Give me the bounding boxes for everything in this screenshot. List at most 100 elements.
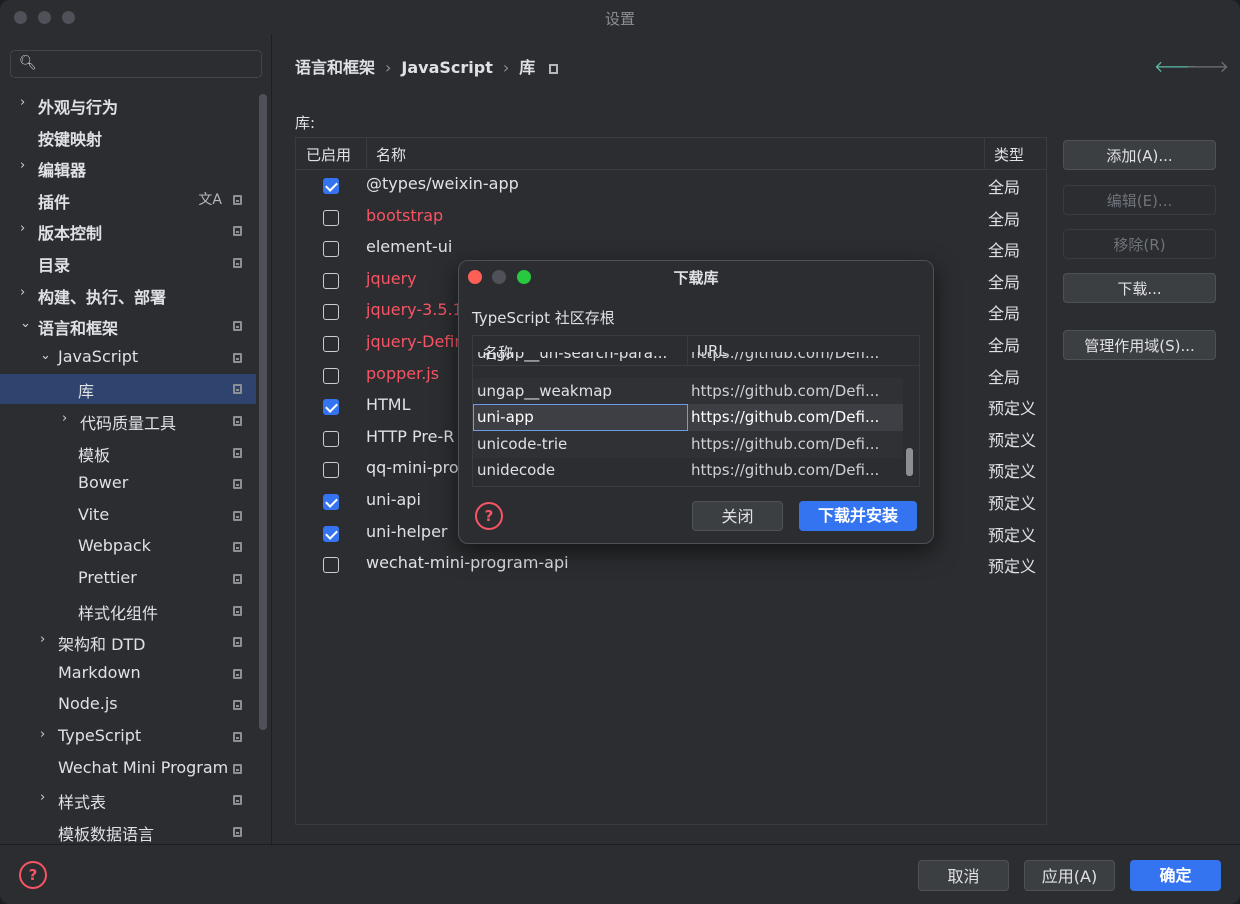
library-name: uni-api: [366, 490, 421, 509]
table-row[interactable]: wechat-mini-program-api 预定义: [296, 549, 1046, 580]
chevron-down-icon[interactable]: ⌄: [20, 316, 31, 331]
list-item[interactable]: uni-app https://github.com/Defi...: [473, 404, 903, 431]
enabled-checkbox[interactable]: [323, 494, 339, 510]
dialog-help-icon[interactable]: ?: [475, 502, 503, 530]
sidebar-item[interactable]: 按键映射: [0, 122, 256, 152]
library-name: HTML: [366, 395, 411, 415]
enabled-checkbox[interactable]: [323, 241, 339, 258]
list-item[interactable]: ungap__weakmap https://github.com/Defi...: [473, 378, 903, 405]
table-row[interactable]: @types/weixin-app 全局: [296, 170, 1046, 201]
apply-button[interactable]: 应用(A): [1024, 860, 1115, 891]
project-scope-icon: [233, 226, 242, 237]
manage-scopes-button[interactable]: 管理作用域(S)...: [1063, 330, 1216, 360]
dialog-close-button[interactable]: 关闭: [692, 501, 783, 531]
sidebar-item[interactable]: › 样式表: [0, 785, 256, 815]
library-name: wechat-mini-program-api: [366, 553, 569, 573]
stubs-scrollbar[interactable]: [906, 448, 913, 476]
project-scope-icon: [233, 826, 242, 837]
sidebar-item[interactable]: › TypeScript: [0, 722, 256, 752]
column-name[interactable]: 名称: [376, 144, 406, 165]
sidebar-item-label: Node.js: [58, 694, 118, 714]
sidebar-item[interactable]: › 版本控制: [0, 216, 256, 246]
sidebar-item[interactable]: 模板数据语言: [0, 817, 256, 844]
sidebar-item[interactable]: Markdown: [0, 659, 256, 689]
chevron-right-icon[interactable]: ›: [40, 632, 45, 647]
cancel-button[interactable]: 取消: [918, 860, 1009, 891]
chevron-right-icon[interactable]: ›: [20, 285, 25, 300]
enabled-checkbox[interactable]: [323, 462, 339, 479]
sidebar-item[interactable]: ⌄ JavaScript: [0, 343, 256, 373]
download-button[interactable]: 下载...: [1063, 273, 1216, 303]
sidebar-item[interactable]: 目录: [0, 248, 256, 278]
sidebar-item[interactable]: 模板: [0, 438, 256, 468]
window-title: 设置: [604, 10, 635, 28]
library-type: 全局: [988, 336, 1021, 355]
sidebar-item[interactable]: 样式化组件: [0, 596, 256, 626]
footer: ? 取消 应用(A) 确定: [0, 844, 1240, 904]
sidebar-item-label: 样式化组件: [78, 603, 159, 623]
sidebar-item[interactable]: Webpack: [0, 532, 256, 562]
sidebar-item[interactable]: Vite: [0, 501, 256, 531]
ok-button[interactable]: 确定: [1130, 860, 1221, 891]
enabled-checkbox[interactable]: [323, 557, 339, 574]
chevron-down-icon[interactable]: ⌄: [40, 348, 51, 363]
project-scope-icon: [233, 732, 242, 742]
column-enabled[interactable]: 已启用: [306, 144, 351, 165]
remove-button[interactable]: 移除(R): [1063, 229, 1216, 259]
project-scope-icon: [233, 668, 242, 679]
search-input[interactable]: 🔍︎: [10, 50, 262, 78]
chevron-right-icon[interactable]: ›: [20, 158, 25, 173]
library-name: @types/weixin-app: [366, 174, 519, 193]
enabled-checkbox[interactable]: [323, 525, 339, 542]
enabled-checkbox[interactable]: [323, 430, 339, 447]
sidebar-item[interactable]: Bower: [0, 469, 256, 499]
chevron-right-icon[interactable]: ›: [20, 95, 25, 110]
enabled-checkbox[interactable]: [323, 304, 339, 321]
breadcrumb-separator: ›: [502, 58, 510, 77]
help-icon[interactable]: ?: [19, 861, 47, 889]
sidebar-item-label: 语言和框架: [38, 319, 119, 339]
enabled-checkbox[interactable]: [323, 209, 339, 226]
sidebar-scrollbar[interactable]: [259, 94, 267, 730]
project-scope-icon: [233, 574, 242, 584]
table-row[interactable]: bootstrap 全局: [296, 202, 1046, 233]
forward-arrow-icon[interactable]: 🡒: [1186, 56, 1229, 76]
enabled-checkbox[interactable]: [323, 399, 339, 416]
list-item[interactable]: unicode-trie https://github.com/Defi...: [473, 431, 903, 458]
library-type: 预定义: [988, 399, 1037, 419]
edit-button[interactable]: 编辑(E)...: [1063, 185, 1216, 215]
sidebar-item[interactable]: › 外观与行为: [0, 90, 256, 120]
sidebar-item[interactable]: Prettier: [0, 564, 256, 594]
library-name: bootstrap: [366, 205, 444, 225]
chevron-right-icon[interactable]: ›: [20, 221, 25, 236]
sidebar-item[interactable]: › 编辑器: [0, 153, 256, 183]
chevron-right-icon[interactable]: ›: [40, 790, 45, 805]
column-type[interactable]: 类型: [994, 144, 1024, 165]
sidebar-item[interactable]: › 构建、执行、部署: [0, 280, 256, 310]
breadcrumb-languages[interactable]: 语言和框架: [295, 58, 375, 77]
sidebar-item[interactable]: Node.js: [0, 690, 256, 720]
sidebar-item[interactable]: Wechat Mini Program: [0, 754, 256, 784]
libraries-label: 库:: [295, 114, 316, 132]
project-scope-icon: [233, 258, 242, 268]
chevron-right-icon[interactable]: ›: [40, 727, 45, 742]
sidebar-item[interactable]: ⌄ 语言和框架: [0, 311, 256, 341]
translate-icon: 文A: [198, 191, 222, 208]
sidebar-item[interactable]: › 代码质量工具: [0, 406, 256, 436]
enabled-checkbox[interactable]: [323, 367, 339, 384]
add-button[interactable]: 添加(A)...: [1063, 140, 1216, 170]
enabled-checkbox[interactable]: [323, 336, 339, 352]
sidebar-item-label: JavaScript: [58, 346, 139, 366]
list-item[interactable]: unidecode https://github.com/Defi...: [473, 457, 903, 484]
download-install-button[interactable]: 下载并安装: [799, 501, 917, 531]
stub-url: https://github.com/Defi...: [691, 382, 880, 400]
sidebar-item[interactable]: 插件 文A: [0, 185, 256, 215]
breadcrumb-javascript[interactable]: JavaScript: [401, 58, 492, 77]
stub-name: unicode-trie: [477, 435, 568, 453]
sidebar-item-label: TypeScript: [58, 726, 142, 745]
sidebar-item[interactable]: 库: [0, 374, 256, 405]
enabled-checkbox[interactable]: [323, 178, 339, 194]
chevron-right-icon[interactable]: ›: [62, 411, 67, 426]
enabled-checkbox[interactable]: [323, 272, 339, 289]
sidebar-item[interactable]: › 架构和 DTD: [0, 627, 256, 657]
